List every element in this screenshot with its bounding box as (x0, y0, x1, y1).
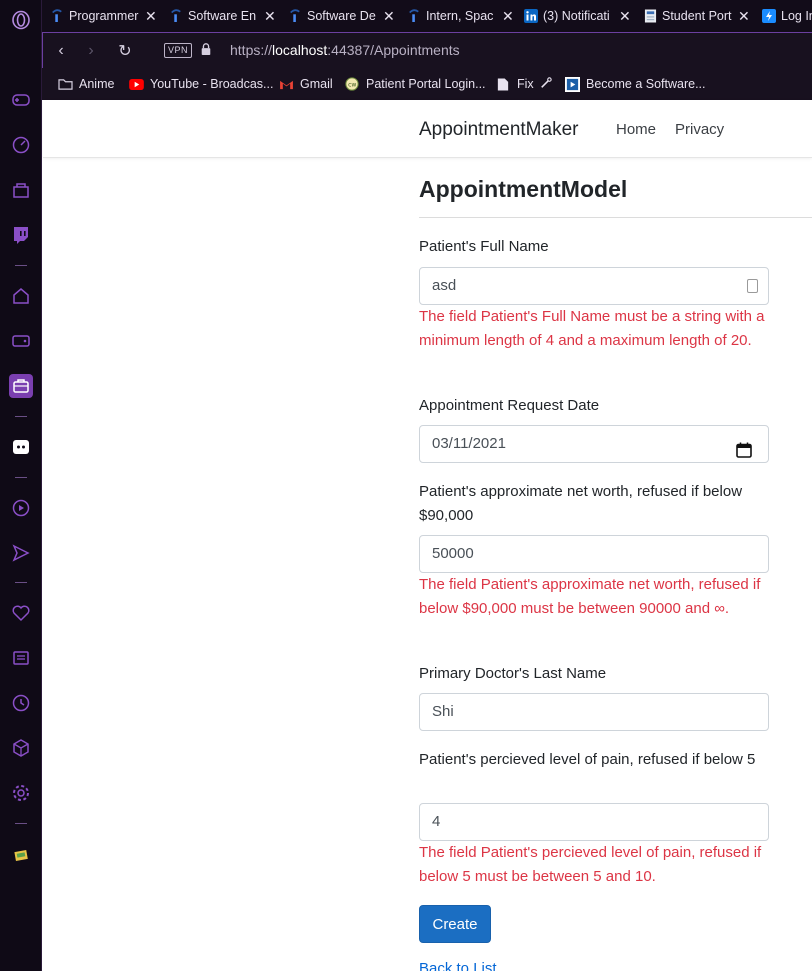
bookmark-item[interactable]: Become a Software... (564, 75, 706, 93)
close-tab-icon[interactable]: ✕ (264, 8, 276, 25)
full-name-label: Patient's Full Name (419, 238, 549, 255)
forward-arrow-icon[interactable]: › (81, 41, 101, 61)
send-icon[interactable] (9, 541, 33, 565)
gmail-icon (278, 77, 294, 91)
browser-tab[interactable]: Log In (762, 0, 812, 32)
request-date-label: Appointment Request Date (419, 397, 600, 414)
twitch-icon[interactable] (9, 223, 33, 247)
indeed-icon (50, 8, 64, 24)
nav-home-link[interactable]: Home (616, 121, 656, 138)
contact-card-icon[interactable] (747, 279, 758, 293)
net-worth-label: Patient's approximate net worth, refused… (419, 483, 743, 524)
sidebar-separator (15, 477, 27, 478)
sidebar-separator (15, 823, 27, 824)
title-divider (419, 217, 812, 218)
back-to-list-link[interactable]: Back to List (419, 960, 497, 971)
close-tab-icon[interactable]: ✕ (383, 8, 395, 25)
player-icon[interactable] (9, 496, 33, 520)
close-tab-icon[interactable]: ✕ (619, 8, 631, 25)
close-tab-icon[interactable]: ✕ (145, 8, 157, 25)
linkedin-icon (524, 8, 538, 24)
doctor-value: Shi (432, 703, 454, 720)
pain-value: 4 (432, 813, 441, 830)
create-button[interactable]: Create (419, 905, 491, 943)
browser-tab[interactable]: Software De ✕ (288, 0, 395, 32)
vpn-badge[interactable]: VPN (164, 43, 193, 58)
browser-tab[interactable]: (3) Notificati ✕ (524, 0, 631, 32)
browser-tab[interactable]: Intern, Spac ✕ (407, 0, 514, 32)
heart-icon[interactable] (9, 601, 33, 625)
lock-icon[interactable] (200, 42, 214, 58)
url-field[interactable]: https://localhost:44387/Appointments (230, 42, 460, 58)
pain-label: Patient's percieved level of pain, refus… (419, 751, 756, 768)
reload-icon[interactable]: ↻ (115, 41, 135, 61)
calendar-icon[interactable] (736, 436, 752, 458)
history-icon[interactable] (9, 691, 33, 715)
net-worth-error: The field Patient's approximate net wort… (419, 576, 761, 617)
web-page: AppointmentMaker Home Privacy Appointmen… (43, 100, 812, 971)
full-name-input[interactable]: asd (419, 267, 769, 305)
play-square-icon (564, 76, 580, 92)
home-icon[interactable] (9, 284, 33, 308)
discord-icon[interactable] (9, 435, 33, 459)
doctor-label: Primary Doctor's Last Name (419, 665, 607, 682)
sidebar-separator (15, 582, 27, 583)
indeed-icon (169, 8, 183, 24)
bolt-icon (762, 8, 776, 24)
bookmark-item[interactable]: Gmail (278, 75, 333, 93)
bookmark-item[interactable]: Fix (495, 75, 552, 93)
full-name-value: asd (432, 277, 457, 294)
briefcase-icon[interactable] (9, 374, 33, 398)
portal-icon: cw (344, 77, 360, 91)
browser-tab[interactable]: Programmer ✕ (50, 0, 157, 32)
page-icon (495, 77, 511, 91)
document-icon (643, 8, 657, 24)
folder-icon (57, 77, 73, 91)
back-arrow-icon[interactable]: ‹ (51, 41, 71, 61)
store-icon[interactable] (9, 178, 33, 202)
browser-tab[interactable]: Software En ✕ (169, 0, 276, 32)
close-tab-icon[interactable]: ✕ (502, 8, 514, 25)
full-name-error: The field Patient's Full Name must be a … (419, 308, 765, 349)
sidebar-separator (15, 265, 27, 266)
news-icon[interactable] (9, 646, 33, 670)
address-bar: ‹ › ↻ VPN https://localhost:44387/Appoin… (42, 32, 812, 68)
pain-input[interactable]: 4 (419, 803, 769, 841)
settings-gear-icon[interactable] (9, 781, 33, 805)
net-worth-input[interactable]: 50000 (419, 535, 769, 573)
nav-privacy-link[interactable]: Privacy (675, 121, 724, 138)
extension-icon[interactable] (9, 843, 33, 867)
bookmark-item[interactable]: Anime (57, 75, 114, 93)
request-date-value: 03/11/2021 (432, 435, 506, 452)
bookmark-item[interactable]: cw Patient Portal Login... (344, 75, 486, 93)
extensions-cube-icon[interactable] (9, 736, 33, 760)
browser-tab[interactable]: Student Port ✕ (643, 0, 750, 32)
request-date-input[interactable]: 03/11/2021 (419, 425, 769, 463)
site-brand-link[interactable]: AppointmentMaker (419, 119, 578, 141)
gamepad-icon[interactable] (9, 88, 33, 112)
page-title: AppointmentModel (419, 176, 628, 202)
youtube-icon (128, 77, 144, 91)
tab-strip: Programmer ✕ Software En ✕ Software De ✕… (42, 0, 812, 32)
wrench-icon (540, 76, 552, 92)
pain-error: The field Patient's percieved level of p… (419, 844, 762, 885)
browser-sidebar (0, 0, 42, 971)
indeed-icon (407, 8, 421, 24)
close-tab-icon[interactable]: ✕ (738, 8, 750, 25)
net-worth-value: 50000 (432, 545, 474, 562)
speedometer-icon[interactable] (9, 133, 33, 157)
doctor-input[interactable]: Shi (419, 693, 769, 731)
bookmarks-bar: Anime YouTube - Broadcas... Gmail cw Pat… (42, 68, 812, 100)
sidebar-separator (15, 416, 27, 417)
svg-text:cw: cw (348, 82, 356, 89)
bookmark-item[interactable]: YouTube - Broadcas... (128, 75, 273, 93)
indeed-icon (288, 8, 302, 24)
site-navbar: AppointmentMaker Home Privacy (43, 100, 812, 158)
games-icon[interactable] (9, 329, 33, 353)
opera-logo-icon[interactable] (9, 8, 33, 32)
